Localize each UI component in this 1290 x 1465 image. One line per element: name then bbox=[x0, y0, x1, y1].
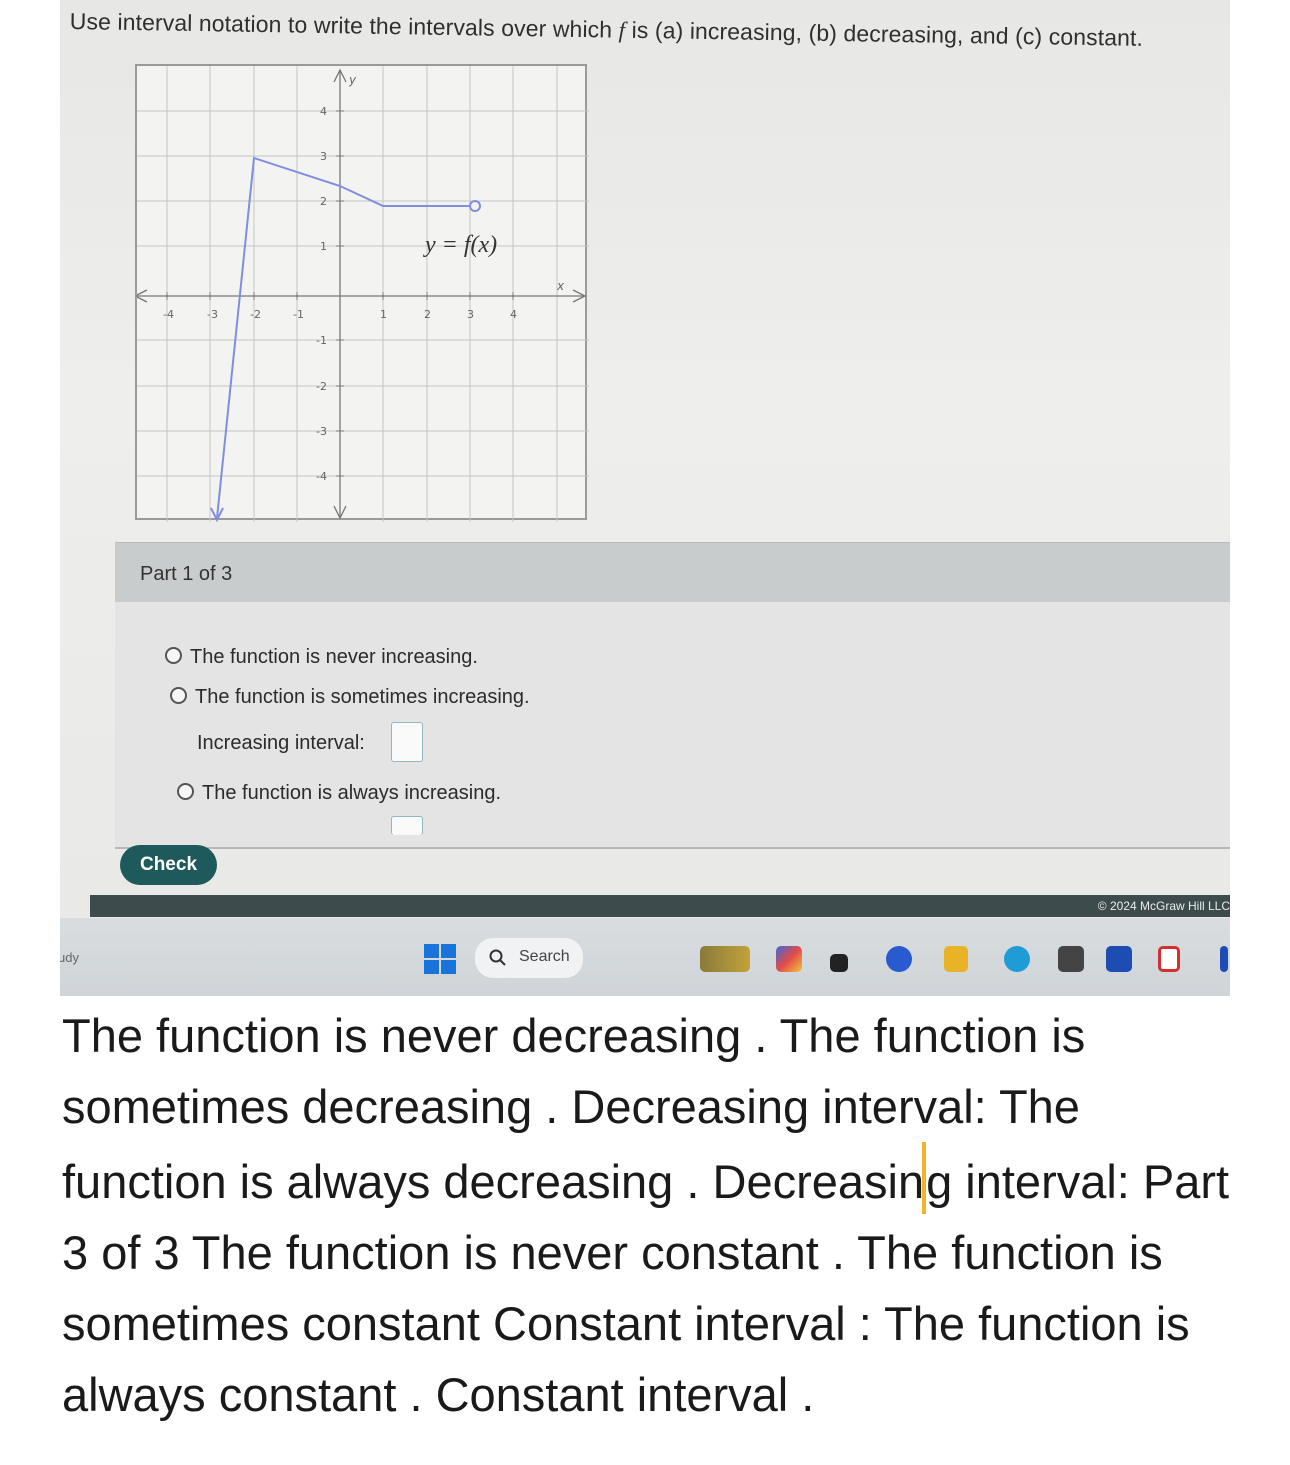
app-icon[interactable] bbox=[886, 946, 912, 972]
app-icon[interactable] bbox=[1220, 946, 1228, 972]
option-always-increasing[interactable]: The function is always increasing. bbox=[177, 782, 501, 805]
taskbar-search[interactable]: Search bbox=[475, 938, 583, 978]
tick-labels: -4 -3 -2 -1 1 2 3 4 4 3 2 1 -1 -2 -3 -4 … bbox=[163, 73, 565, 483]
function-label: y = f(x) bbox=[423, 232, 497, 258]
y-tick-label: 2 bbox=[320, 195, 327, 208]
question-text: Use interval notation to write the inter… bbox=[70, 8, 1220, 53]
screenshot-photo: Use interval notation to write the inter… bbox=[60, 0, 1230, 996]
answer-panel: The function is never increasing. The fu… bbox=[115, 602, 1230, 849]
y-tick-label: -1 bbox=[316, 334, 327, 347]
option-sometimes-increasing[interactable]: The function is sometimes increasing. bbox=[170, 686, 530, 709]
store-icon[interactable] bbox=[1058, 946, 1084, 972]
y-axis-label: y bbox=[348, 73, 357, 87]
answer-text: The function is never decreasing . The f… bbox=[62, 1000, 1252, 1430]
y-tick-label: 1 bbox=[320, 240, 327, 253]
x-tick-label: 1 bbox=[380, 308, 387, 321]
question-prefix: Use interval notation to write the inter… bbox=[69, 8, 619, 43]
y-tick-label: 4 bbox=[320, 105, 327, 118]
axes bbox=[137, 68, 587, 520]
footer-bar: © 2024 McGraw Hill LLC bbox=[90, 895, 1230, 917]
increasing-interval-label: Increasing interval: bbox=[197, 732, 365, 754]
copyright-text: © 2024 McGraw Hill LLC bbox=[1097, 899, 1230, 913]
weather-widget-icon[interactable] bbox=[700, 946, 750, 972]
part-header: Part 1 of 3 bbox=[115, 542, 1230, 603]
graph-svg: -4 -3 -2 -1 1 2 3 4 4 3 2 1 -1 -2 -3 -4 … bbox=[137, 66, 589, 522]
y-tick-label: 3 bbox=[320, 150, 327, 163]
y-tick-label: -2 bbox=[316, 380, 327, 393]
option-never-increasing[interactable]: The function is never increasing. bbox=[165, 646, 478, 669]
radio-icon[interactable] bbox=[177, 783, 194, 800]
x-tick-label: -1 bbox=[293, 308, 304, 321]
radio-icon[interactable] bbox=[170, 687, 187, 704]
always-interval-input[interactable] bbox=[391, 816, 423, 835]
y-tick-label: -4 bbox=[316, 470, 327, 483]
x-tick-label: 4 bbox=[510, 308, 517, 321]
x-tick-label: -2 bbox=[250, 308, 261, 321]
question-suffix: is (a) increasing, (b) decreasing, and (… bbox=[624, 16, 1144, 51]
file-explorer-icon[interactable] bbox=[830, 954, 848, 972]
app-icon[interactable] bbox=[776, 946, 802, 972]
check-button[interactable]: Check bbox=[120, 845, 217, 885]
option-label: The function is always increasing. bbox=[202, 782, 502, 804]
windows-start-icon[interactable] bbox=[424, 944, 456, 974]
x-tick-label: -4 bbox=[163, 308, 174, 321]
search-label: Search bbox=[519, 948, 570, 965]
study-label: udy bbox=[60, 950, 79, 965]
windows-taskbar: udy Search bbox=[60, 918, 1230, 996]
x-tick-label: -3 bbox=[207, 308, 218, 321]
increasing-interval-input[interactable] bbox=[391, 722, 423, 762]
folder-icon[interactable] bbox=[944, 946, 968, 972]
radio-icon[interactable] bbox=[165, 647, 182, 664]
x-axis-label: x bbox=[556, 279, 565, 293]
grid-lines bbox=[137, 66, 589, 522]
option-label: The function is sometimes increasing. bbox=[195, 686, 530, 708]
function-graph: -4 -3 -2 -1 1 2 3 4 4 3 2 1 -1 -2 -3 -4 … bbox=[135, 64, 589, 522]
edge-browser-icon[interactable] bbox=[1004, 946, 1030, 972]
x-tick-label: 2 bbox=[424, 308, 431, 321]
part-label: Part 1 of 3 bbox=[140, 563, 233, 585]
open-endpoint bbox=[469, 200, 481, 212]
app-icon[interactable] bbox=[1106, 946, 1132, 972]
option-label: The function is never increasing. bbox=[190, 646, 478, 668]
mcafee-icon[interactable] bbox=[1158, 946, 1180, 972]
x-tick-label: 3 bbox=[467, 308, 474, 321]
y-tick-label: -3 bbox=[316, 425, 327, 438]
search-icon bbox=[489, 949, 506, 966]
